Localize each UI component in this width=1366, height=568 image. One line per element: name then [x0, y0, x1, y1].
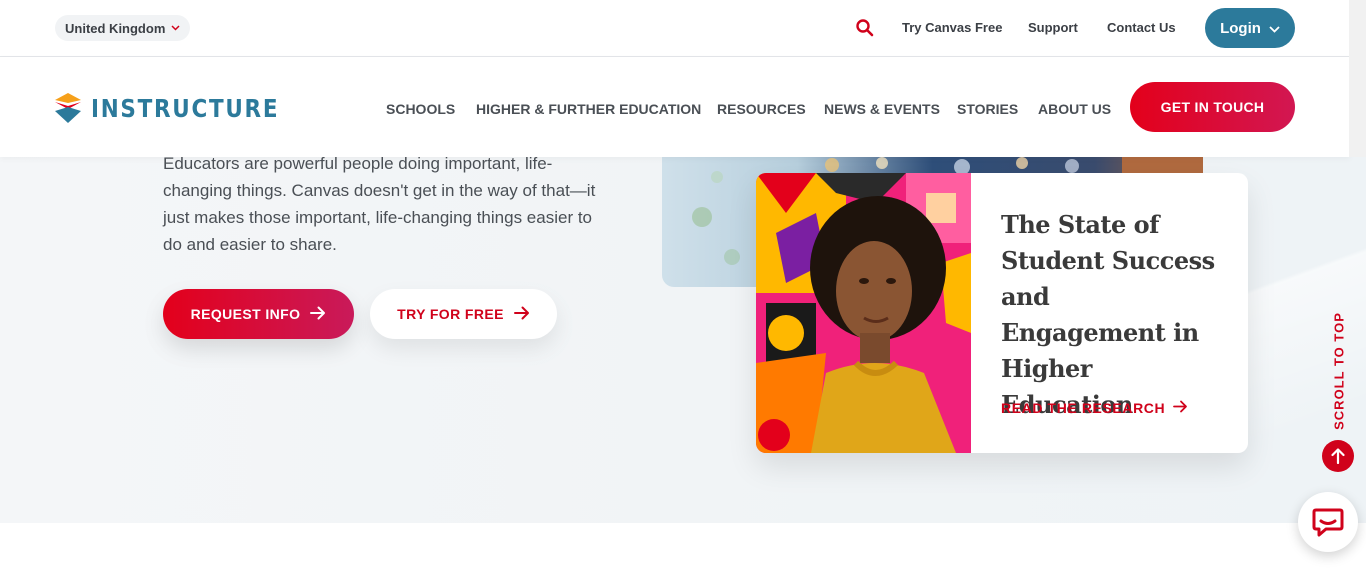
- logo-text: INSTRUCTURE: [91, 93, 280, 123]
- arrow-up-icon: [1331, 448, 1345, 464]
- utility-bar: United Kingdom Try Canvas Free Support C…: [0, 0, 1366, 57]
- chat-button[interactable]: [1298, 492, 1358, 552]
- student-portrait-image: [756, 173, 971, 453]
- arrow-right-icon: [513, 306, 530, 323]
- nav-item-about-us[interactable]: ABOUT US: [1038, 101, 1111, 117]
- scroll-to-top-text: SCROLL TO TOP: [1331, 312, 1347, 430]
- chevron-down-icon: [171, 23, 180, 34]
- contact-us-link[interactable]: Contact Us: [1107, 20, 1176, 35]
- region-label: United Kingdom: [65, 20, 166, 36]
- request-info-label: REQUEST INFO: [190, 306, 301, 322]
- hero-body-text: Educators are powerful people doing impo…: [163, 154, 596, 254]
- read-research-label: READ THE RESEARCH: [1001, 400, 1166, 416]
- main-navigation: INSTRUCTURE SCHOOLS HIGHER & FURTHER EDU…: [0, 57, 1350, 157]
- arrow-right-icon: [1173, 400, 1188, 416]
- support-link[interactable]: Support: [1028, 20, 1078, 35]
- region-selector[interactable]: United Kingdom: [55, 15, 191, 41]
- request-info-button[interactable]: REQUEST INFO: [163, 289, 354, 339]
- nav-item-higher-education[interactable]: HIGHER & FURTHER EDUCATION: [476, 101, 701, 117]
- logo-mark-icon: [55, 93, 81, 123]
- nav-item-stories[interactable]: STORIES: [957, 101, 1018, 117]
- scrollbar-track[interactable]: [1349, 0, 1366, 157]
- try-for-free-label: TRY FOR FREE: [397, 306, 504, 322]
- research-card[interactable]: The State of Student Success and Engagem…: [756, 173, 1248, 453]
- card-title: The State of Student Success and Engagem…: [1001, 210, 1215, 419]
- nav-item-resources[interactable]: RESOURCES: [717, 101, 806, 117]
- nav-item-news-events[interactable]: NEWS & EVENTS: [824, 101, 940, 117]
- read-research-link[interactable]: READ THE RESEARCH: [1001, 400, 1188, 416]
- get-in-touch-button[interactable]: GET IN TOUCH: [1130, 82, 1295, 132]
- try-canvas-free-link[interactable]: Try Canvas Free: [902, 20, 1002, 35]
- scroll-to-top-label[interactable]: SCROLL TO TOP: [1330, 312, 1348, 430]
- arrow-right-icon: [310, 306, 326, 323]
- chat-icon: [1312, 508, 1344, 537]
- login-label: Login: [1220, 19, 1261, 37]
- chevron-down-icon: [1269, 20, 1280, 37]
- scroll-to-top-button[interactable]: [1322, 440, 1354, 472]
- nav-item-schools[interactable]: SCHOOLS: [386, 101, 455, 117]
- login-button[interactable]: Login: [1205, 8, 1295, 48]
- try-for-free-button[interactable]: TRY FOR FREE: [370, 289, 557, 339]
- search-icon[interactable]: [855, 18, 875, 38]
- logo[interactable]: INSTRUCTURE: [55, 93, 310, 123]
